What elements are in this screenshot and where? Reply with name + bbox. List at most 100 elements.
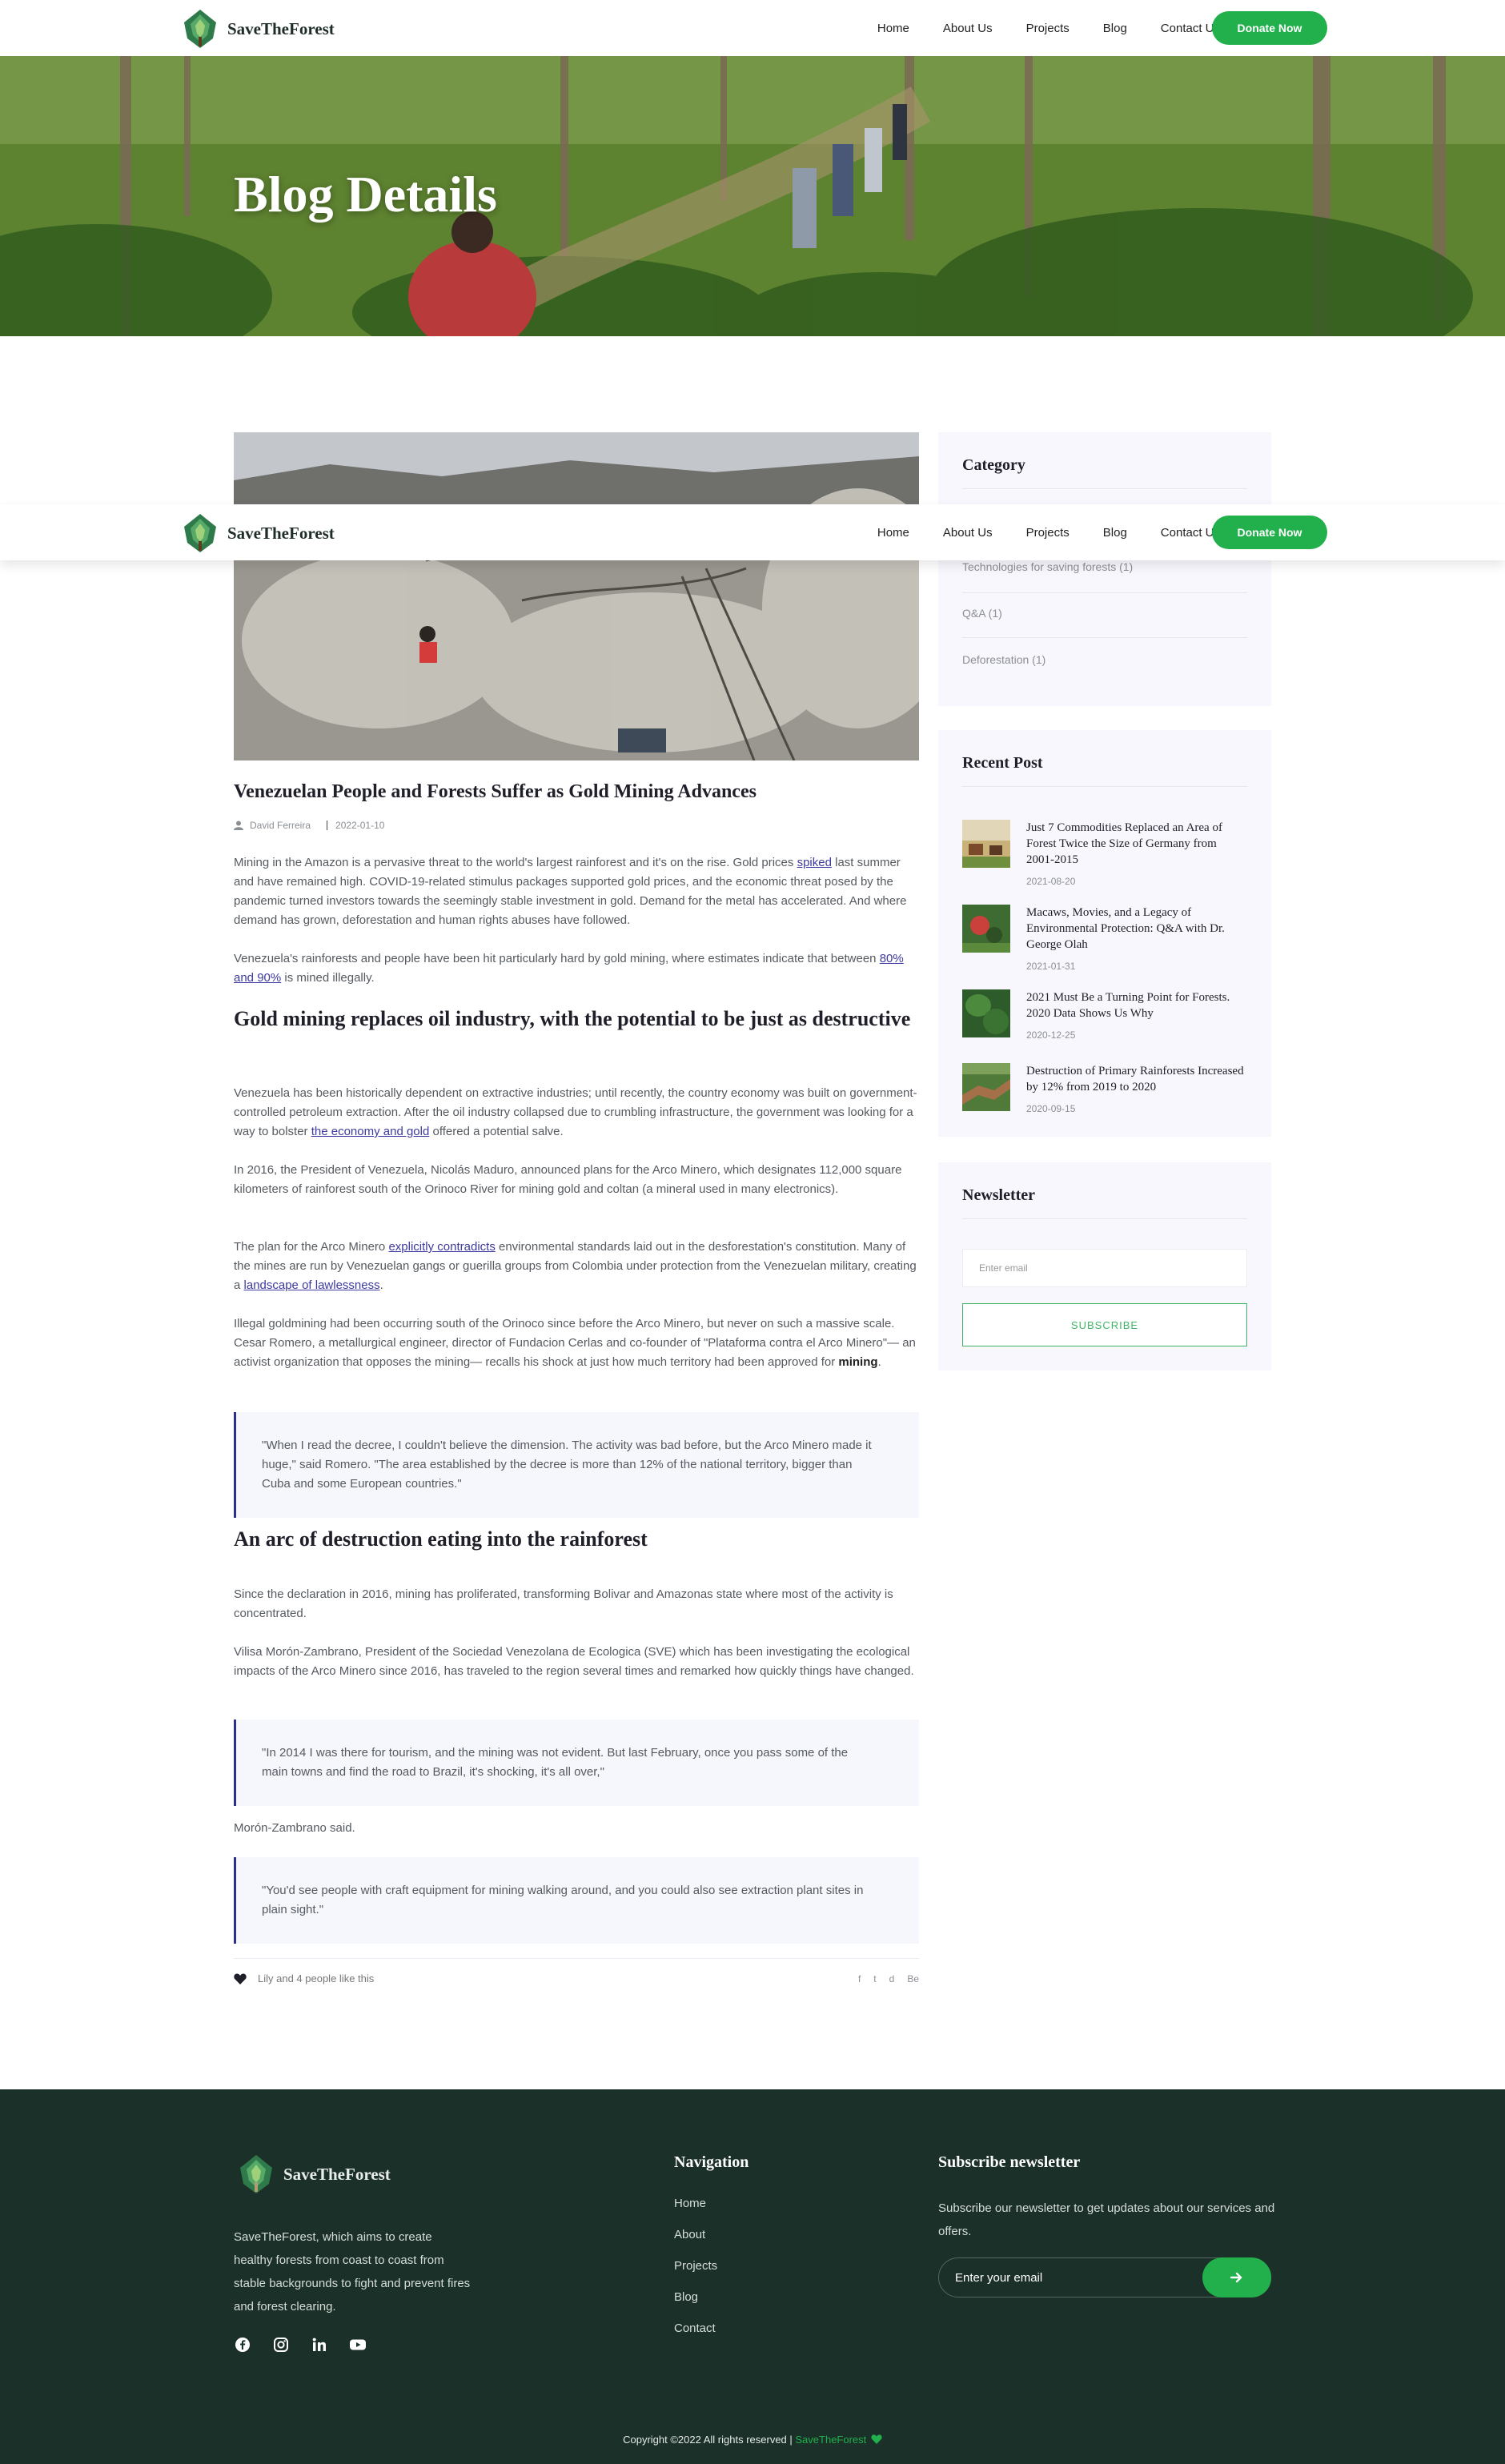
instagram-icon[interactable] xyxy=(272,2336,290,2354)
footer-nav-home[interactable]: Home xyxy=(674,2197,706,2210)
like-area[interactable]: Lily and 4 people like this xyxy=(234,1972,374,1984)
footer-social-links xyxy=(234,2336,387,2354)
footer-subscribe-button[interactable] xyxy=(1202,2257,1271,2297)
nav-blog[interactable]: Blog xyxy=(1103,22,1127,35)
subscribe-button[interactable]: SUBSCRIBE xyxy=(962,1303,1247,1346)
nav-projects[interactable]: Projects xyxy=(1026,526,1070,540)
heart-icon[interactable] xyxy=(234,1973,247,1984)
paragraph: Vilisa Morón-Zambrano, President of the … xyxy=(234,1645,914,1678)
paragraph: Venezuela has been historically dependen… xyxy=(234,1086,917,1138)
logo-tree-icon xyxy=(184,10,216,48)
recent-post-item[interactable]: Destruction of Primary Rainforests Incre… xyxy=(962,1063,1247,1143)
recent-title: Recent Post xyxy=(962,754,1043,772)
footer-subscribe-title: Subscribe newsletter xyxy=(938,2153,1081,2171)
nav-home[interactable]: Home xyxy=(877,22,909,35)
divider xyxy=(962,1218,1247,1219)
post-thumbnail xyxy=(962,820,1010,868)
recent-post-date: 2021-01-31 xyxy=(1026,961,1076,972)
category-item[interactable]: Q&A (1) xyxy=(962,607,1247,620)
post-thumbnail xyxy=(962,1063,1010,1111)
recent-post-item[interactable]: Macaws, Movies, and a Legacy of Environm… xyxy=(962,905,1247,985)
contradicts-link[interactable]: explicitly contradicts xyxy=(388,1240,495,1254)
nav-contact[interactable]: Contact Us xyxy=(1161,22,1220,35)
nav-projects[interactable]: Projects xyxy=(1026,22,1070,35)
logo-text: SaveTheForest xyxy=(227,523,335,543)
facebook-icon[interactable] xyxy=(234,2336,251,2354)
copyright-brand-link[interactable]: SaveTheForest xyxy=(795,2434,866,2446)
category-item[interactable]: Deforestation (1) xyxy=(962,653,1247,666)
recent-post-date: 2021-08-20 xyxy=(1026,876,1076,887)
category-item[interactable]: Technologies for saving forests (1) xyxy=(962,560,1247,573)
newsletter-widget: Newsletter Enter email SUBSCRIBE xyxy=(938,1162,1271,1370)
heart-icon xyxy=(871,2434,882,2444)
mining-site-image xyxy=(234,432,919,760)
section-heading: An arc of destruction eating into the ra… xyxy=(234,1527,648,1551)
recent-post-date: 2020-12-25 xyxy=(1026,1029,1076,1041)
logo[interactable]: SaveTheForest xyxy=(178,6,335,51)
footer-nav-blog[interactable]: Blog xyxy=(674,2290,698,2304)
footer-logo-text: SaveTheForest xyxy=(283,2164,391,2184)
user-icon xyxy=(234,821,243,830)
divider xyxy=(962,592,1247,593)
recent-post-item[interactable]: Just 7 Commodities Replaced an Area of F… xyxy=(962,820,1247,900)
recent-post-title: 2021 Must Be a Turning Point for Forests… xyxy=(1026,991,1230,1020)
sticky-header: SaveTheForest Home About Us Projects Blo… xyxy=(0,504,1505,560)
section-heading: Gold mining replaces oil industry, with … xyxy=(234,1007,911,1030)
footer-nav-about[interactable]: About xyxy=(674,2228,705,2241)
nav-about[interactable]: About Us xyxy=(943,526,993,540)
paragraph: Morón-Zambrano said. xyxy=(234,1821,355,1835)
hero-banner: Blog Details xyxy=(0,56,1505,336)
dribbble-icon[interactable]: d xyxy=(889,1973,895,1984)
post-thumbnail xyxy=(962,905,1010,953)
copyright: Copyright ©2022 All rights reserved | Sa… xyxy=(0,2434,1505,2446)
recent-posts-widget: Recent Post Just 7 Commodities Replaced … xyxy=(938,730,1271,1137)
footer-subscribe-text: Subscribe our newsletter to get updates … xyxy=(938,2201,1275,2238)
nav-blog[interactable]: Blog xyxy=(1103,526,1127,540)
paragraph: Illegal goldmining had been occurring so… xyxy=(234,1317,916,1369)
lawlessness-link[interactable]: landscape of lawlessness xyxy=(244,1278,380,1292)
footer-nav-contact[interactable]: Contact xyxy=(674,2322,716,2335)
recent-post-title: Just 7 Commodities Replaced an Area of F… xyxy=(1026,821,1222,866)
donate-button[interactable]: Donate Now xyxy=(1212,516,1327,549)
divider xyxy=(962,637,1247,638)
site-footer: SaveTheForest SaveTheForest, which aims … xyxy=(0,2089,1505,2464)
nav-contact[interactable]: Contact Us xyxy=(1161,526,1220,540)
post-thumbnail xyxy=(962,989,1010,1037)
youtube-icon[interactable] xyxy=(349,2336,367,2354)
divider xyxy=(962,488,1247,489)
spiked-link[interactable]: spiked xyxy=(797,856,832,869)
page-title: Blog Details xyxy=(234,166,497,223)
post-author[interactable]: David Ferreira xyxy=(250,820,311,831)
logo-tree-icon xyxy=(240,2155,272,2193)
paragraph: The plan for the Arco Minero explicitly … xyxy=(234,1240,917,1292)
sticky-logo[interactable]: SaveTheForest xyxy=(178,511,335,556)
newsletter-email-input[interactable]: Enter email xyxy=(962,1249,1247,1287)
linkedin-icon[interactable] xyxy=(311,2336,328,2354)
footer-about: SaveTheForest, which aims to create heal… xyxy=(234,2230,471,2314)
post-featured-image xyxy=(234,432,919,760)
behance-icon[interactable]: Be xyxy=(907,1973,919,1984)
share-links: f t d Be xyxy=(845,1973,919,1984)
paragraph: Since the declaration in 2016, mining ha… xyxy=(234,1587,893,1620)
paragraph: Mining in the Amazon is a pervasive thre… xyxy=(234,856,907,927)
newsletter-title: Newsletter xyxy=(962,1186,1036,1204)
economy-link[interactable]: the economy and gold xyxy=(311,1125,430,1138)
divider xyxy=(962,786,1247,787)
recent-post-date: 2020-09-15 xyxy=(1026,1103,1076,1114)
paragraph: Venezuela's rainforests and people have … xyxy=(234,952,904,985)
footer-logo[interactable]: SaveTheForest xyxy=(234,2152,391,2197)
facebook-icon[interactable]: f xyxy=(858,1973,861,1984)
footer-nav-title: Navigation xyxy=(674,2153,749,2171)
recent-post-item[interactable]: 2021 Must Be a Turning Point for Forests… xyxy=(962,989,1247,1069)
nav-home[interactable]: Home xyxy=(877,526,909,540)
category-widget: Category Technologies for saving forests… xyxy=(938,432,1271,706)
donate-button[interactable]: Donate Now xyxy=(1212,11,1327,45)
footer-nav-projects[interactable]: Projects xyxy=(674,2259,717,2273)
nav-about[interactable]: About Us xyxy=(943,22,993,35)
twitter-icon[interactable]: t xyxy=(873,1973,876,1984)
recent-post-title: Destruction of Primary Rainforests Incre… xyxy=(1026,1065,1244,1094)
likes-count: Lily and 4 people like this xyxy=(258,1972,375,1984)
blockquote: "When I read the decree, I couldn't beli… xyxy=(234,1412,919,1518)
hero-forest-image xyxy=(0,56,1505,336)
site-header: SaveTheForest Home About Us Projects Blo… xyxy=(0,0,1505,56)
